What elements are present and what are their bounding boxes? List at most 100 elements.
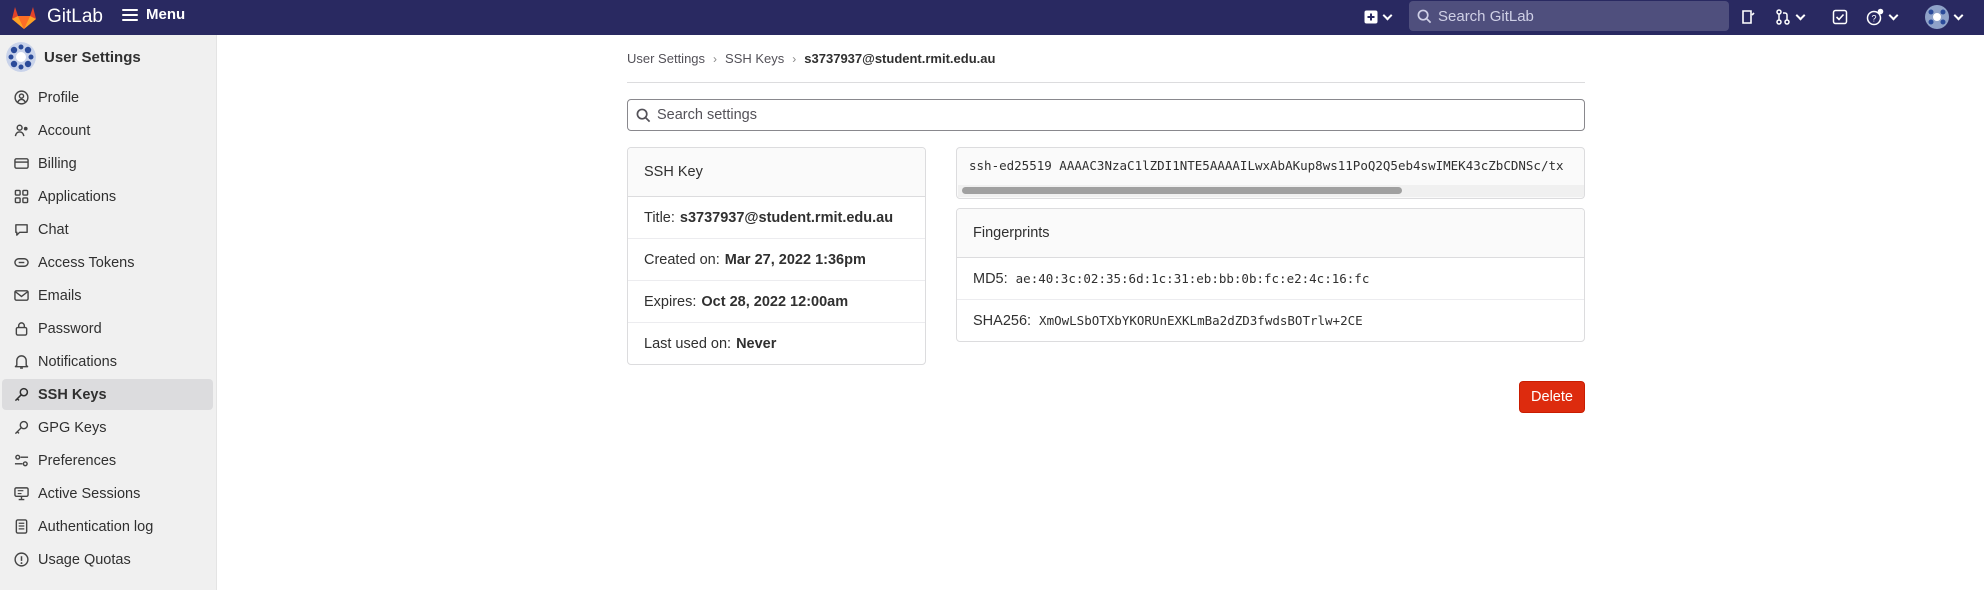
created-label: Created on: [644,251,720,268]
global-search-input[interactable]: Search GitLab [1409,1,1729,31]
hamburger-icon [122,8,138,21]
breadcrumb-ssh-keys[interactable]: SSH Keys [725,51,784,66]
sidebar-item-emails[interactable]: Emails [2,280,213,311]
scrollbar-thumb[interactable] [962,187,1402,194]
sidebar-item-applications[interactable]: Applications [2,181,213,212]
key-title-value: s3737937@student.rmit.edu.au [679,209,894,226]
key-title-label: Title: [644,209,675,226]
created-row: Created on: Mar 27, 2022 1:36pm [628,239,925,281]
new-item-dropdown[interactable] [1364,7,1393,27]
todos-button[interactable] [1832,7,1848,27]
sidebar-item-usage-quotas[interactable]: Usage Quotas [2,544,213,575]
sidebar-item-label: Billing [38,155,77,172]
preferences-icon [13,453,29,469]
gitlab-logo-icon[interactable] [10,4,38,30]
sidebar-item-password[interactable]: Password [2,313,213,344]
horizontal-scrollbar[interactable] [958,185,1584,197]
chevron-right-icon: › [792,51,797,66]
card-header: SSH Key [628,148,925,197]
delete-button[interactable]: Delete [1519,381,1585,413]
search-settings-placeholder: Search settings [657,107,757,123]
chevron-down-icon [1382,10,1393,20]
sidebar-item-access-tokens[interactable]: Access Tokens [2,247,213,278]
sidebar-item-gpg-keys[interactable]: GPG Keys [2,412,213,443]
sidebar-item-label: Access Tokens [38,254,135,271]
chevron-down-icon [1795,10,1806,20]
sidebar-item-account[interactable]: Account [2,115,213,146]
top-navbar: GitLab Menu Search GitLab ? [0,0,1984,35]
issues-button[interactable] [1740,7,1756,27]
chat-icon [13,222,29,238]
log-icon [13,519,29,535]
last-used-row: Last used on: Never [628,323,925,364]
sidebar-item-label: Profile [38,89,80,106]
ssh-key-card: SSH Key Title: s3737937@student.rmit.edu… [627,147,926,365]
sidebar-item-preferences[interactable]: Preferences [2,445,213,476]
expires-value: Oct 28, 2022 12:00am [701,293,849,310]
merge-requests-dropdown[interactable] [1775,7,1806,27]
created-value: Mar 27, 2022 1:36pm [724,251,866,268]
md5-label: MD5: [973,270,1008,287]
md5-value: ae:40:3c:02:35:6d:1c:31:eb:bb:0b:fc:e2:4… [1015,271,1370,286]
sidebar-item-ssh-keys[interactable]: SSH Keys [2,379,213,410]
search-settings-input[interactable]: Search settings [627,99,1585,131]
key-title-row: Title: s3737937@student.rmit.edu.au [628,197,925,239]
search-icon [636,108,651,122]
chevron-down-icon [1888,10,1899,20]
quota-icon [13,552,29,568]
profile-icon [13,90,29,106]
sidebar-item-label: GPG Keys [38,419,107,436]
token-icon [13,255,29,271]
billing-icon [13,156,29,172]
sidebar-item-notifications[interactable]: Notifications [2,346,213,377]
avatar [6,42,36,72]
sidebar-item-label: SSH Keys [38,386,107,403]
mail-icon [13,288,29,304]
divider [627,82,1585,83]
chevron-right-icon: › [713,51,718,66]
sidebar-item-label: Active Sessions [38,485,141,502]
sha256-label: SHA256: [973,312,1032,329]
plus-square-icon [1364,10,1378,24]
menu-button[interactable]: Menu [122,6,185,23]
expires-label: Expires: [644,293,697,310]
last-used-value: Never [736,335,777,352]
breadcrumb: User Settings › SSH Keys › s3737937@stud… [627,51,995,66]
sidebar-item-authentication-log[interactable]: Authentication log [2,511,213,542]
sha256-value: XmOwLSbOTXbYKORUnEXKLmBa2dZD3fwdsBOTrlw+… [1039,313,1363,328]
sidebar-item-label: Chat [38,221,69,238]
menu-label: Menu [146,6,186,23]
sidebar-item-billing[interactable]: Billing [2,148,213,179]
gitlab-brand[interactable]: GitLab [47,6,103,28]
expires-row: Expires: Oct 28, 2022 12:00am [628,281,925,323]
fingerprints-card: Fingerprints MD5: ae:40:3c:02:35:6d:1c:3… [956,208,1585,342]
ssh-key-text[interactable]: ssh-ed25519 AAAAC3NzaC1lZDI1NTE5AAAAILwx… [969,158,1569,173]
sidebar-item-label: Account [38,122,91,139]
breadcrumb-user-settings[interactable]: User Settings [627,51,705,66]
sidebar-item-label: Password [38,320,102,337]
sha256-row: SHA256: XmOwLSbOTXbYKORUnEXKLmBa2dZD3fwd… [957,300,1584,341]
lock-icon [13,321,29,337]
search-icon [1417,9,1432,23]
account-icon [13,123,29,139]
breadcrumb-current[interactable]: s3737937@student.rmit.edu.au [804,51,995,66]
sidebar-item-active-sessions[interactable]: Active Sessions [2,478,213,509]
merge-request-icon [1776,9,1790,25]
sidebar-item-chat[interactable]: Chat [2,214,213,245]
last-used-label: Last used on: [644,335,732,352]
settings-sidebar: User Settings Profile Account Billing Ap… [0,35,217,590]
md5-row: MD5: ae:40:3c:02:35:6d:1c:31:eb:bb:0b:fc… [957,258,1584,300]
svg-text:?: ? [1871,14,1876,24]
avatar [1925,5,1949,29]
help-icon: ? [1866,8,1884,26]
todo-check-icon [1832,9,1848,25]
sidebar-item-label: Usage Quotas [38,551,131,568]
ssh-key-text-box[interactable]: ssh-ed25519 AAAAC3NzaC1lZDI1NTE5AAAAILwx… [956,147,1585,199]
sidebar-item-profile[interactable]: Profile [2,82,213,113]
user-menu-dropdown[interactable] [1925,4,1964,30]
sidebar-header[interactable]: User Settings [6,42,141,72]
bell-icon [13,354,29,370]
chevron-down-icon [1953,10,1964,20]
key-icon [13,387,29,403]
help-dropdown[interactable]: ? [1866,7,1899,27]
